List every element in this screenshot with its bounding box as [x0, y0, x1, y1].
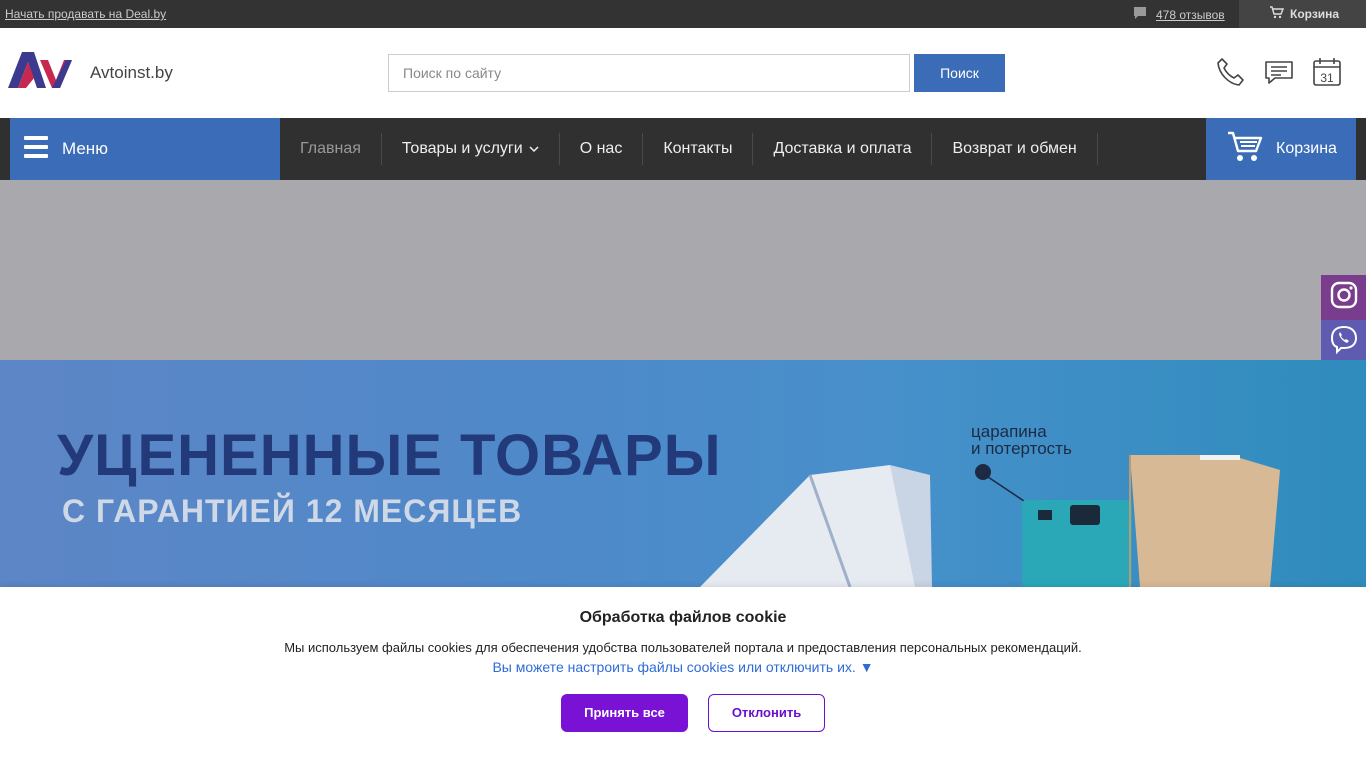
cookie-consent-panel: Обработка файлов cookie Мы используем фа… — [0, 587, 1366, 768]
top-cart-label: Корзина — [1290, 7, 1340, 21]
message-icon[interactable] — [1263, 56, 1295, 93]
hamburger-icon — [24, 135, 48, 163]
viber-icon — [1329, 325, 1359, 360]
reviews: 478 отзывов — [1133, 6, 1225, 23]
nav-item-contacts[interactable]: Контакты — [643, 133, 754, 165]
nav-item-about[interactable]: О нас — [560, 133, 644, 165]
cookie-description: Мы используем файлы cookies для обеспече… — [284, 640, 1082, 655]
overlay-dim-area — [0, 180, 1366, 360]
top-bar: Начать продавать на Deal.by 478 отзывов … — [0, 0, 1366, 28]
nav-item-returns[interactable]: Возврат и обмен — [932, 133, 1098, 165]
main-nav: Меню Главная Товары и услуги О нас Конта… — [0, 118, 1366, 180]
banner-subtitle: С ГАРАНТИЕЙ 12 МЕСЯЦЕВ — [62, 493, 523, 529]
search-input[interactable]: Поиск по сайту — [388, 54, 910, 92]
site-header: Avtoinst.by Поиск по сайту Поиск 31 — [0, 28, 1366, 118]
nav-item-delivery[interactable]: Доставка и оплата — [753, 133, 933, 165]
instagram-icon — [1330, 281, 1358, 314]
calendar-icon[interactable]: 31 — [1311, 56, 1343, 93]
reviews-link[interactable]: 478 отзывов — [1156, 8, 1225, 22]
caret-down-icon: ▼ — [859, 659, 874, 675]
top-cart-link[interactable]: Корзина — [1239, 0, 1366, 28]
viber-button[interactable] — [1321, 320, 1366, 365]
nav-item-home[interactable]: Главная — [280, 133, 382, 165]
banner-note: царапина и потертость — [971, 422, 1072, 458]
promo-banner[interactable]: УЦЕНЕННЫЕ ТОВАРЫ С ГАРАНТИЕЙ 12 МЕСЯЦЕВ … — [0, 360, 1366, 587]
instagram-button[interactable] — [1321, 275, 1366, 320]
start-selling-link[interactable]: Начать продавать на Deal.by — [5, 7, 166, 21]
banner-title: УЦЕНЕННЫЕ ТОВАРЫ — [57, 423, 722, 488]
nav-cart-button[interactable]: Корзина — [1206, 118, 1356, 180]
banner-product-image — [700, 455, 1280, 587]
nav-cart-label: Корзина — [1276, 140, 1337, 157]
menu-button[interactable]: Меню — [10, 118, 280, 180]
cart-icon — [1226, 130, 1264, 169]
accept-all-button[interactable]: Принять все — [561, 694, 688, 732]
nav-item-products[interactable]: Товары и услуги — [382, 133, 560, 165]
menu-label: Меню — [62, 139, 108, 158]
cookie-settings-link[interactable]: Вы можете настроить файлы cookies или от… — [0, 659, 1366, 675]
decline-button[interactable]: Отклонить — [708, 694, 825, 732]
chevron-down-icon — [529, 140, 539, 158]
phone-icon[interactable] — [1215, 56, 1247, 93]
chat-bubble-icon — [1133, 6, 1147, 23]
search-button[interactable]: Поиск — [914, 54, 1005, 92]
cookie-title: Обработка файлов cookie — [579, 609, 787, 626]
calendar-day: 31 — [1320, 71, 1334, 85]
cart-icon — [1269, 6, 1285, 22]
logo[interactable] — [8, 50, 72, 95]
nav-items: Главная Товары и услуги О нас Контакты Д… — [280, 118, 1098, 180]
site-name[interactable]: Avtoinst.by — [90, 63, 173, 83]
